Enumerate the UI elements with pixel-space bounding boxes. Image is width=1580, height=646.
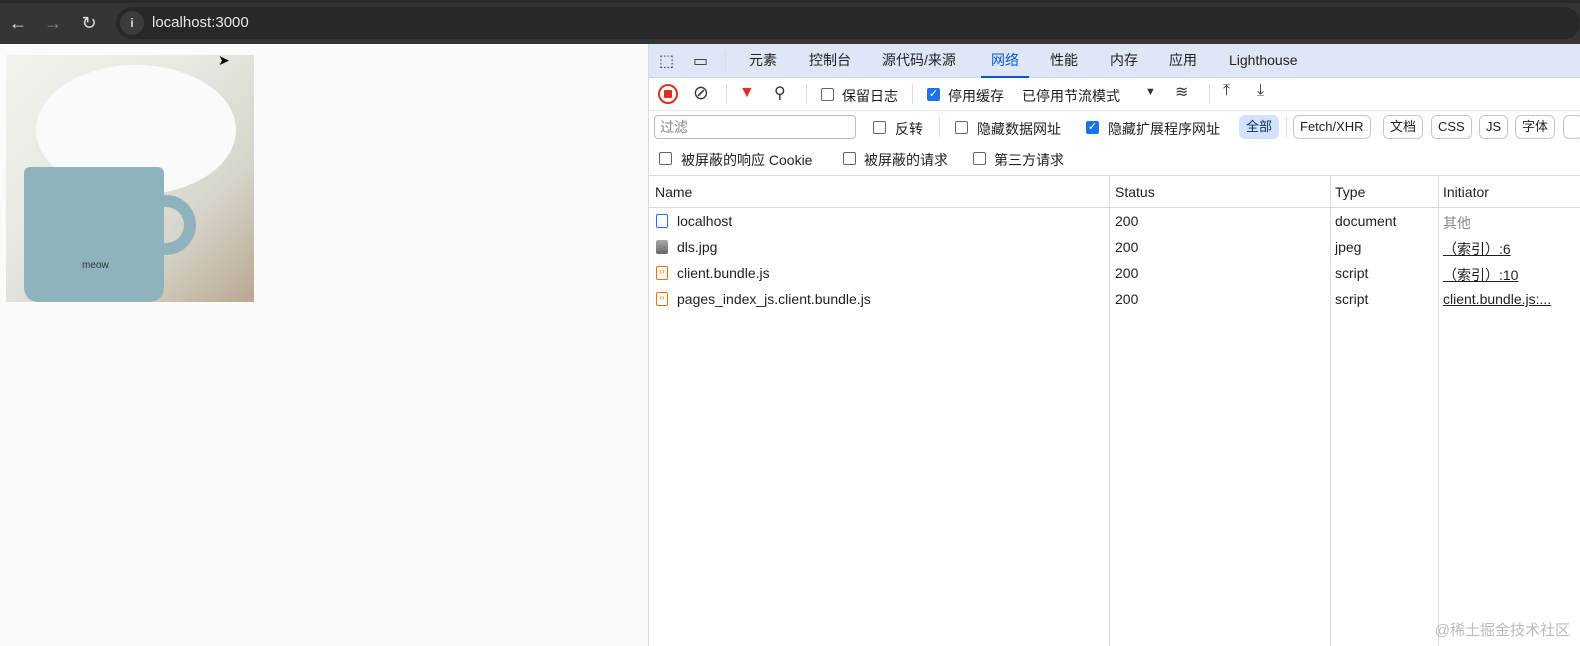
tab-performance[interactable]: 性能	[1050, 44, 1078, 78]
request-initiator: 其他	[1443, 215, 1471, 231]
devtools-panel: ⬚ ▭ 元素 控制台 源代码/来源 网络 性能 内存 应用 Lighthouse…	[648, 44, 1580, 646]
image-icon	[656, 240, 668, 254]
divider	[1209, 84, 1210, 104]
divider	[806, 84, 807, 104]
filter-bar: 过滤 反转 隐藏数据网址 ✓ 隐藏扩展程序网址 全部 Fetch/XHR 文档 …	[649, 111, 1580, 144]
hide-data-urls-label: 隐藏数据网址	[977, 121, 1061, 137]
inspect-element-icon[interactable]: ⬚	[659, 51, 674, 71]
table-header: Name Status Type Initiator	[649, 175, 1580, 208]
tab-console[interactable]: 控制台	[809, 44, 851, 78]
table-row[interactable]: ‹› pages_index_js.client.bundle.js 200 s…	[649, 286, 1580, 312]
type-filter-all[interactable]: 全部	[1239, 115, 1280, 139]
network-conditions-icon[interactable]: ≋	[1175, 82, 1188, 102]
watermark: @稀土掘金技术社区	[1434, 622, 1570, 639]
hide-data-urls-checkbox[interactable]	[955, 121, 968, 134]
col-name[interactable]: Name	[655, 184, 692, 200]
request-type: jpeg	[1335, 239, 1362, 255]
hide-extension-urls-label: 隐藏扩展程序网址	[1108, 121, 1220, 137]
type-filter-doc[interactable]: 文档	[1383, 115, 1424, 139]
type-filter-js[interactable]: JS	[1479, 115, 1509, 139]
col-initiator[interactable]: Initiator	[1443, 184, 1489, 200]
tab-lighthouse[interactable]: Lighthouse	[1229, 44, 1298, 78]
info-icon[interactable]: i	[120, 11, 144, 35]
script-icon: ‹›	[656, 266, 668, 280]
device-toggle-icon[interactable]: ▭	[693, 51, 708, 71]
disable-cache-checkbox[interactable]: ✓	[927, 88, 940, 101]
third-party-checkbox[interactable]	[973, 152, 986, 165]
upload-icon[interactable]: ⤒	[1223, 82, 1230, 100]
invert-checkbox[interactable]	[873, 121, 886, 134]
chevron-down-icon[interactable]: ▼	[1145, 86, 1156, 98]
request-status: 200	[1115, 213, 1139, 229]
type-filter-css[interactable]: CSS	[1431, 115, 1472, 139]
disable-cache-label: 停用缓存	[948, 88, 1004, 104]
forward-arrow-icon[interactable]: →	[41, 11, 65, 35]
request-name: localhost	[677, 213, 733, 229]
request-status: 200	[1115, 291, 1139, 307]
devtools-tabs: ⬚ ▭ 元素 控制台 源代码/来源 网络 性能 内存 应用 Lighthouse	[649, 44, 1580, 78]
type-filter-more[interactable]	[1563, 115, 1580, 139]
reload-icon[interactable]: ↻	[77, 11, 101, 35]
request-initiator-link[interactable]: （索引）:10	[1443, 265, 1518, 285]
tab-application[interactable]: 应用	[1169, 44, 1197, 78]
table-row[interactable]: ‹› client.bundle.js 200 script （索引）:10	[649, 260, 1580, 286]
tab-sources[interactable]: 源代码/来源	[882, 44, 956, 78]
request-name: client.bundle.js	[677, 265, 770, 281]
download-icon[interactable]: ⤓	[1257, 82, 1264, 100]
mouse-cursor-icon: ➤	[218, 52, 230, 68]
tab-elements[interactable]: 元素	[749, 44, 777, 78]
blocked-cookies-checkbox[interactable]	[659, 152, 672, 165]
filter-input[interactable]: 过滤	[654, 115, 856, 139]
browser-toolbar: ← → ↻ i localhost:3000	[0, 0, 1580, 44]
network-toolbar: ⊘ ▼ ⚲ 保留日志 ✓ 停用缓存 已停用节流模式 ▼ ≋ ⤒ ⤓	[649, 78, 1580, 111]
table-row[interactable]: dls.jpg 200 jpeg （索引）:6	[649, 234, 1580, 260]
divider	[939, 117, 940, 137]
back-arrow-icon[interactable]: ←	[6, 11, 30, 35]
cat-image: meow	[6, 55, 254, 302]
invert-label: 反转	[895, 121, 923, 137]
url-text: localhost:3000	[152, 14, 249, 31]
type-filter-font[interactable]: 字体	[1515, 115, 1556, 139]
blocked-requests-label: 被屏蔽的请求	[864, 152, 948, 168]
request-type: script	[1335, 291, 1369, 307]
request-status: 200	[1115, 239, 1139, 255]
request-initiator-link[interactable]: client.bundle.js:...	[1443, 291, 1551, 307]
request-status: 200	[1115, 265, 1139, 281]
cup-shape	[24, 167, 164, 302]
filter-icon[interactable]: ▼	[739, 84, 755, 102]
request-type: document	[1335, 213, 1397, 229]
options-bar: 被屏蔽的响应 Cookie 被屏蔽的请求 第三方请求	[649, 144, 1580, 174]
type-filter-fetch-xhr[interactable]: Fetch/XHR	[1293, 115, 1371, 139]
record-stop-icon[interactable]	[658, 84, 678, 104]
preserve-log-checkbox[interactable]	[821, 88, 834, 101]
throttling-select[interactable]: 已停用节流模式	[1022, 86, 1120, 106]
col-status[interactable]: Status	[1115, 184, 1155, 200]
search-icon[interactable]: ⚲	[774, 83, 786, 103]
request-initiator-link[interactable]: （索引）:6	[1443, 239, 1511, 259]
blocked-cookies-label: 被屏蔽的响应 Cookie	[681, 152, 813, 168]
table-row[interactable]: localhost 200 document 其他	[649, 208, 1580, 234]
script-icon: ‹›	[656, 292, 668, 306]
divider	[912, 84, 913, 104]
third-party-label: 第三方请求	[994, 152, 1064, 168]
document-icon	[656, 214, 668, 228]
divider	[726, 84, 727, 104]
address-bar[interactable]: i localhost:3000	[116, 7, 1580, 39]
request-name: pages_index_js.client.bundle.js	[677, 291, 871, 307]
cup-text: meow	[82, 260, 109, 271]
hide-extension-urls-checkbox[interactable]: ✓	[1086, 121, 1099, 134]
divider	[725, 51, 726, 71]
preserve-log-label: 保留日志	[842, 88, 898, 104]
blocked-requests-checkbox[interactable]	[843, 152, 856, 165]
tab-memory[interactable]: 内存	[1110, 44, 1138, 78]
tab-network[interactable]: 网络	[981, 44, 1029, 78]
clear-icon[interactable]: ⊘	[693, 82, 709, 105]
col-type[interactable]: Type	[1335, 184, 1365, 200]
request-type: script	[1335, 265, 1369, 281]
request-name: dls.jpg	[677, 239, 718, 255]
divider	[1286, 117, 1287, 137]
